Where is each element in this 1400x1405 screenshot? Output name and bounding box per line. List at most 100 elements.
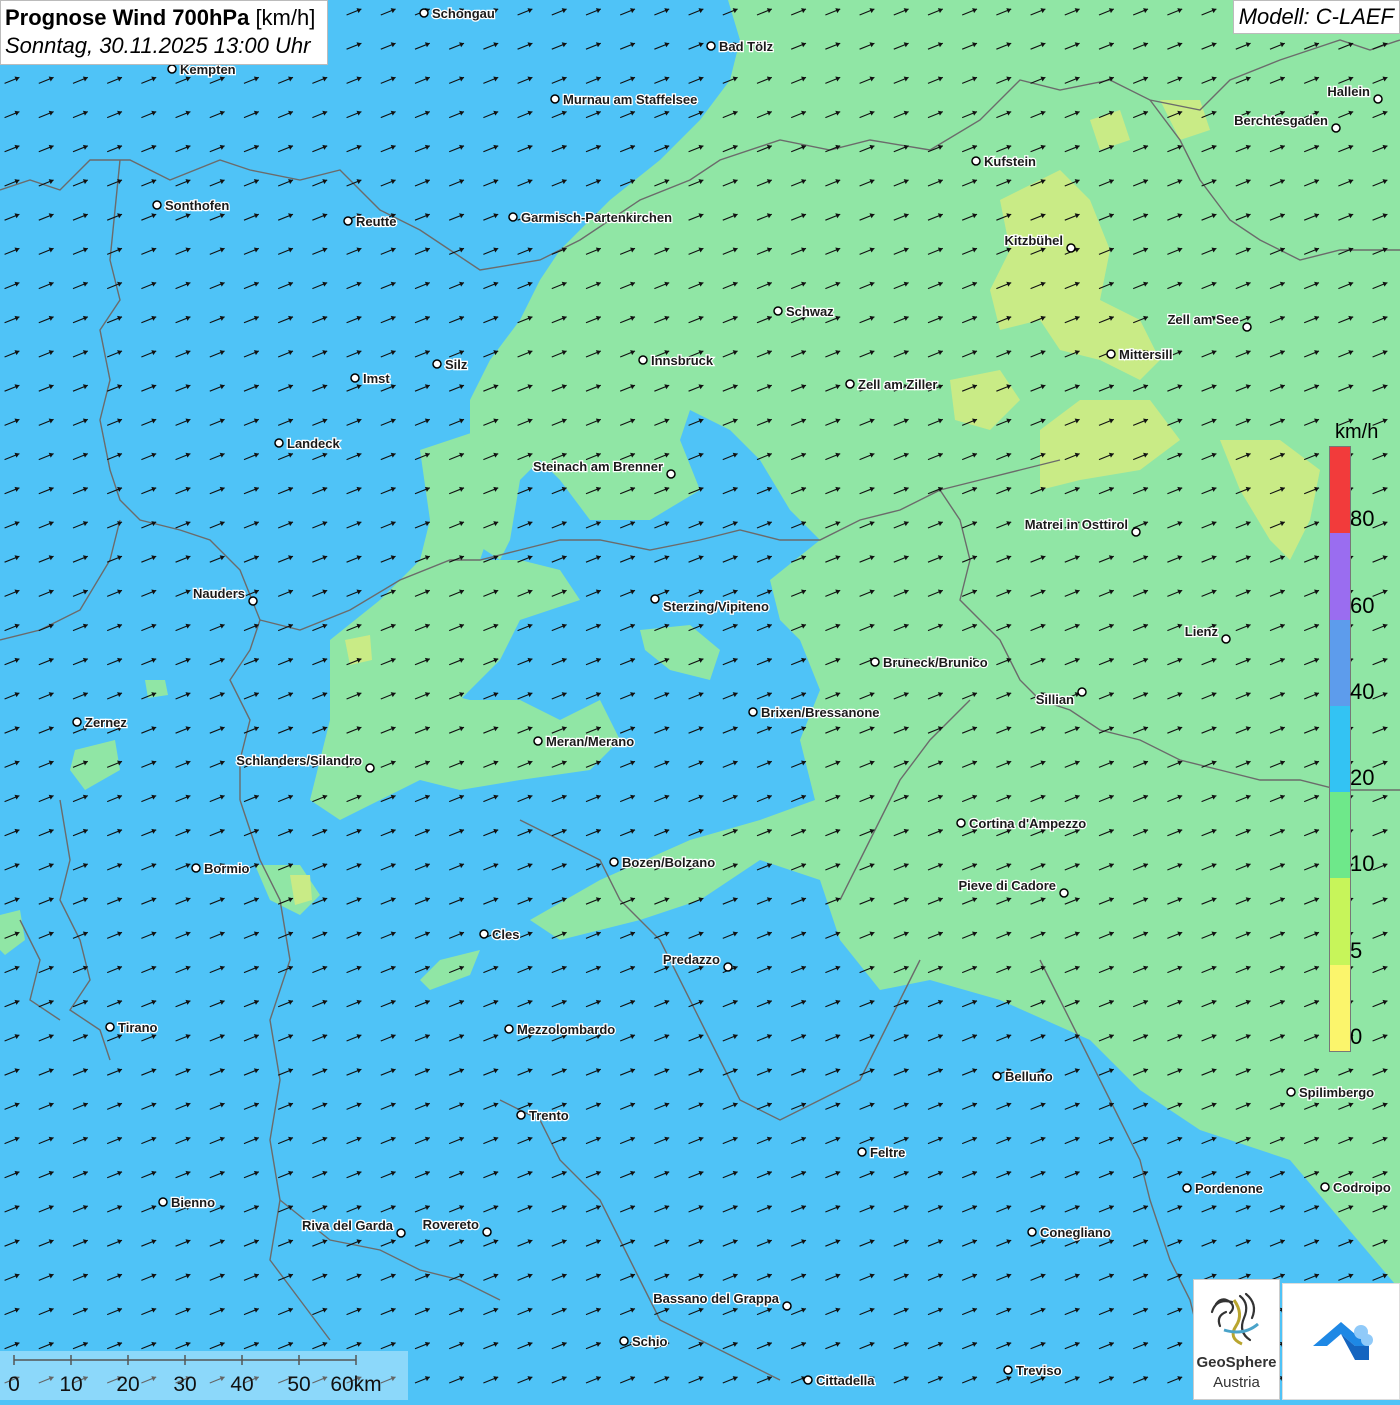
city-label: Schio xyxy=(632,1334,667,1349)
city-marker: Schongau xyxy=(420,6,495,21)
app-cloud-icon xyxy=(1283,1284,1399,1399)
city-dot xyxy=(153,201,161,209)
geosphere-name-line1: GeoSphere xyxy=(1194,1354,1279,1371)
city-label: Riva del Garda xyxy=(302,1218,394,1233)
city-label: Bruneck/Brunico xyxy=(883,655,988,670)
scale-label: 20 xyxy=(116,1373,139,1396)
city-dot xyxy=(366,764,374,772)
city-marker: Brixen/Bressanone xyxy=(749,705,880,720)
city-label: Schlanders/Silandro xyxy=(236,753,362,768)
city-label: Cittadella xyxy=(816,1373,875,1388)
city-marker: Bozen/Bolzano xyxy=(610,855,715,870)
city-dot xyxy=(275,439,283,447)
city-label: Mittersill xyxy=(1119,347,1172,362)
city-dot xyxy=(1183,1184,1191,1192)
city-dot xyxy=(1243,323,1251,331)
city-marker: Innsbruck xyxy=(639,353,714,368)
city-dot xyxy=(1222,635,1230,643)
city-label: Silz xyxy=(445,357,468,372)
city-marker: Murnau am Staffelsee xyxy=(551,92,697,107)
title-box: Prognose Wind 700hPa [km/h] Sonntag, 30.… xyxy=(0,0,328,65)
city-dot xyxy=(1321,1183,1329,1191)
city-marker: Garmisch-Partenkirchen xyxy=(509,210,672,225)
city-dot xyxy=(707,42,715,50)
city-dot xyxy=(1374,95,1382,103)
city-label: Schwaz xyxy=(786,304,834,319)
city-label: Mezzolombardo xyxy=(517,1022,615,1037)
city-dot xyxy=(192,864,200,872)
legend-color-bar xyxy=(1329,446,1351,1052)
city-label: Sonthofen xyxy=(165,198,229,213)
geosphere-name-line2: Austria xyxy=(1194,1374,1279,1391)
city-label: Garmisch-Partenkirchen xyxy=(521,210,672,225)
legend-label: 10 xyxy=(1350,851,1374,877)
forecast-date: Sonntag, 30.11.2025 13:00 Uhr xyxy=(5,32,315,60)
city-dot xyxy=(420,9,428,17)
city-label: Nauders xyxy=(193,586,245,601)
city-label: Feltre xyxy=(870,1145,905,1160)
city-label: Treviso xyxy=(1016,1363,1062,1378)
city-label: Belluno xyxy=(1005,1069,1053,1084)
scale-label: 50 xyxy=(287,1373,310,1396)
city-marker: Conegliano xyxy=(1028,1225,1111,1240)
map-title-bold: Prognose Wind 700hPa xyxy=(5,5,249,30)
legend-label: 5 xyxy=(1350,938,1362,964)
legend-label: 0 xyxy=(1350,1024,1362,1050)
city-dot xyxy=(480,930,488,938)
city-label: Bassano del Grappa xyxy=(653,1291,779,1306)
city-dot xyxy=(804,1376,812,1384)
city-dot xyxy=(858,1148,866,1156)
geosphere-icon xyxy=(1194,1280,1279,1350)
city-label: Sterzing/Vipiteno xyxy=(663,599,769,614)
city-dot xyxy=(168,65,176,73)
scale-bar-graphic: 0102030405060km xyxy=(0,1351,408,1400)
city-label: Bormio xyxy=(204,861,250,876)
wind-map[interactable]: SchongauBad TölzKemptenMurnau am Staffel… xyxy=(0,0,1400,1400)
city-label: Bad Tölz xyxy=(719,39,774,54)
city-dot xyxy=(1060,889,1068,897)
city-dot xyxy=(1132,528,1140,536)
scale-label: 30 xyxy=(173,1373,196,1396)
city-dot xyxy=(993,1072,1001,1080)
city-dot xyxy=(1078,688,1086,696)
city-dot xyxy=(724,963,732,971)
model-label: Modell: C-LAEF xyxy=(1233,0,1400,34)
city-label: Imst xyxy=(363,371,390,386)
city-marker: Cortina d'Ampezzo xyxy=(957,816,1086,831)
city-label: Kitzbühel xyxy=(1005,233,1064,248)
city-dot xyxy=(1287,1088,1295,1096)
city-label: Rovereto xyxy=(423,1217,479,1232)
city-label: Innsbruck xyxy=(651,353,714,368)
city-label: Conegliano xyxy=(1040,1225,1111,1240)
legend-segment xyxy=(1330,965,1350,1051)
city-marker: Pordenone xyxy=(1183,1181,1263,1196)
city-label: Kufstein xyxy=(984,154,1036,169)
city-dot xyxy=(1067,244,1075,252)
scale-label: 0 xyxy=(8,1373,20,1396)
city-label: Trento xyxy=(529,1108,569,1123)
legend-unit: km/h xyxy=(1335,421,1378,444)
city-dot xyxy=(957,819,965,827)
city-marker: Bruneck/Brunico xyxy=(871,655,988,670)
city-dot xyxy=(1004,1366,1012,1374)
city-label: Reutte xyxy=(356,214,396,229)
legend-label: 40 xyxy=(1350,679,1374,705)
city-label: Pieve di Cadore xyxy=(958,878,1056,893)
city-dot xyxy=(551,95,559,103)
city-dot xyxy=(73,718,81,726)
city-label: Bienno xyxy=(171,1195,215,1210)
city-dot xyxy=(344,217,352,225)
city-dot xyxy=(1107,350,1115,358)
city-dot xyxy=(783,1302,791,1310)
city-dot xyxy=(106,1023,114,1031)
city-marker: Sonthofen xyxy=(153,198,229,213)
legend-segment xyxy=(1330,792,1350,878)
weather-app-logo xyxy=(1282,1283,1400,1400)
legend-label: 20 xyxy=(1350,765,1374,791)
city-dot xyxy=(509,213,517,221)
city-dot xyxy=(774,307,782,315)
city-label: Murnau am Staffelsee xyxy=(563,92,697,107)
city-dot xyxy=(972,157,980,165)
city-label: Schongau xyxy=(432,6,495,21)
city-label: Steinach am Brenner xyxy=(533,459,663,474)
